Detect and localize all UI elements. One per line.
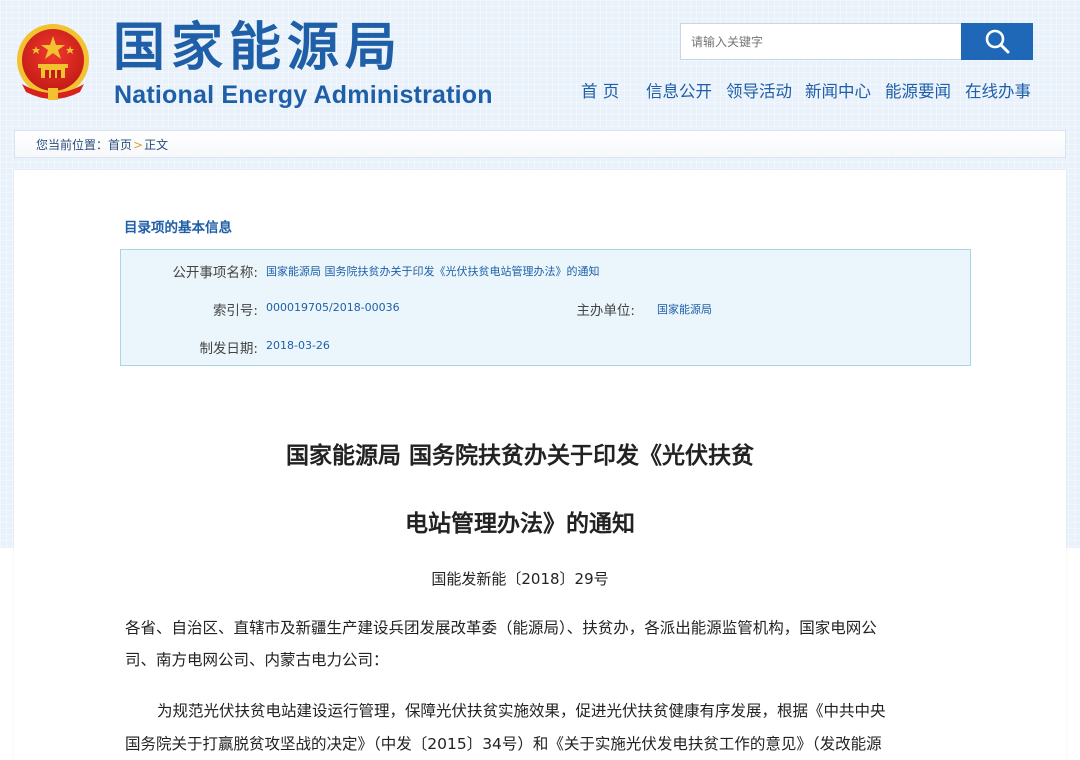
index-label: 索引号: xyxy=(212,303,258,319)
nav-item-news-center[interactable]: 新闻中心 xyxy=(805,80,871,104)
nav-item-energy-news[interactable]: 能源要闻 xyxy=(885,80,951,104)
nav-item-leader-activities[interactable]: 领导活动 xyxy=(726,80,792,104)
document-title-line2: 电站管理办法》的通知 xyxy=(405,511,635,537)
document-title-line1: 国家能源局 国务院扶贫办关于印发《光伏扶贫 xyxy=(285,443,754,469)
site-header: 国家能源局 National Energy Administration 首 页… xyxy=(0,0,1080,126)
breadcrumb-bar: 您当前位置：首页>正文 xyxy=(14,130,1066,158)
search-input[interactable] xyxy=(680,23,962,60)
index-value: 000019705/2018-00036 xyxy=(266,301,400,314)
breadcrumb: 您当前位置：首页>正文 xyxy=(36,137,168,153)
info-section-title: 目录项的基本信息 xyxy=(124,220,232,236)
breadcrumb-home[interactable]: 首页 xyxy=(108,138,132,152)
nav-item-online-services[interactable]: 在线办事 xyxy=(965,80,1031,104)
logo-chinese[interactable]: 国家能源局 xyxy=(113,16,403,80)
info-box: 公开事项名称: 国家能源局 国务院扶贫办关于印发《光伏扶贫电站管理办法》的通知 … xyxy=(120,249,971,366)
addressee-line1: 各省、自治区、直辖市及新疆生产建设兵团发展改革委（能源局）、扶贫办，各派出能源监… xyxy=(125,619,877,637)
search-button[interactable] xyxy=(961,23,1033,60)
logo-english[interactable]: National Energy Administration xyxy=(114,80,493,110)
body-paragraph-line1: 为规范光伏扶贫电站建设运行管理，保障光伏扶贫实施效果，促进光伏扶贫健康有序发展，… xyxy=(157,702,886,720)
main-content: 目录项的基本信息 公开事项名称: 国家能源局 国务院扶贫办关于印发《光伏扶贫电站… xyxy=(14,170,1066,760)
org-label: 主办单位: xyxy=(576,303,635,319)
org-value: 国家能源局 xyxy=(657,303,712,316)
document-number: 国能发新能〔2018〕29号 xyxy=(431,570,609,588)
addressee-line2: 司、南方电网公司、内蒙古电力公司： xyxy=(125,651,389,669)
search-icon xyxy=(985,29,1010,53)
breadcrumb-separator: > xyxy=(133,138,144,152)
national-emblem-icon[interactable] xyxy=(14,22,92,102)
name-label: 公开事项名称: xyxy=(172,265,258,281)
date-value: 2018-03-26 xyxy=(266,339,330,352)
nav-item-info-disclosure[interactable]: 信息公开 xyxy=(646,80,712,104)
nav-item-home[interactable]: 首 页 xyxy=(581,80,619,104)
breadcrumb-prefix: 您当前位置： xyxy=(36,138,109,152)
body-paragraph-line2: 国务院关于打赢脱贫攻坚战的决定》（中发〔2015〕34号）和《关于实施光伏发电扶… xyxy=(125,735,882,753)
name-value: 国家能源局 国务院扶贫办关于印发《光伏扶贫电站管理办法》的通知 xyxy=(266,265,600,278)
date-label: 制发日期: xyxy=(199,341,258,357)
breadcrumb-current: 正文 xyxy=(144,138,169,152)
